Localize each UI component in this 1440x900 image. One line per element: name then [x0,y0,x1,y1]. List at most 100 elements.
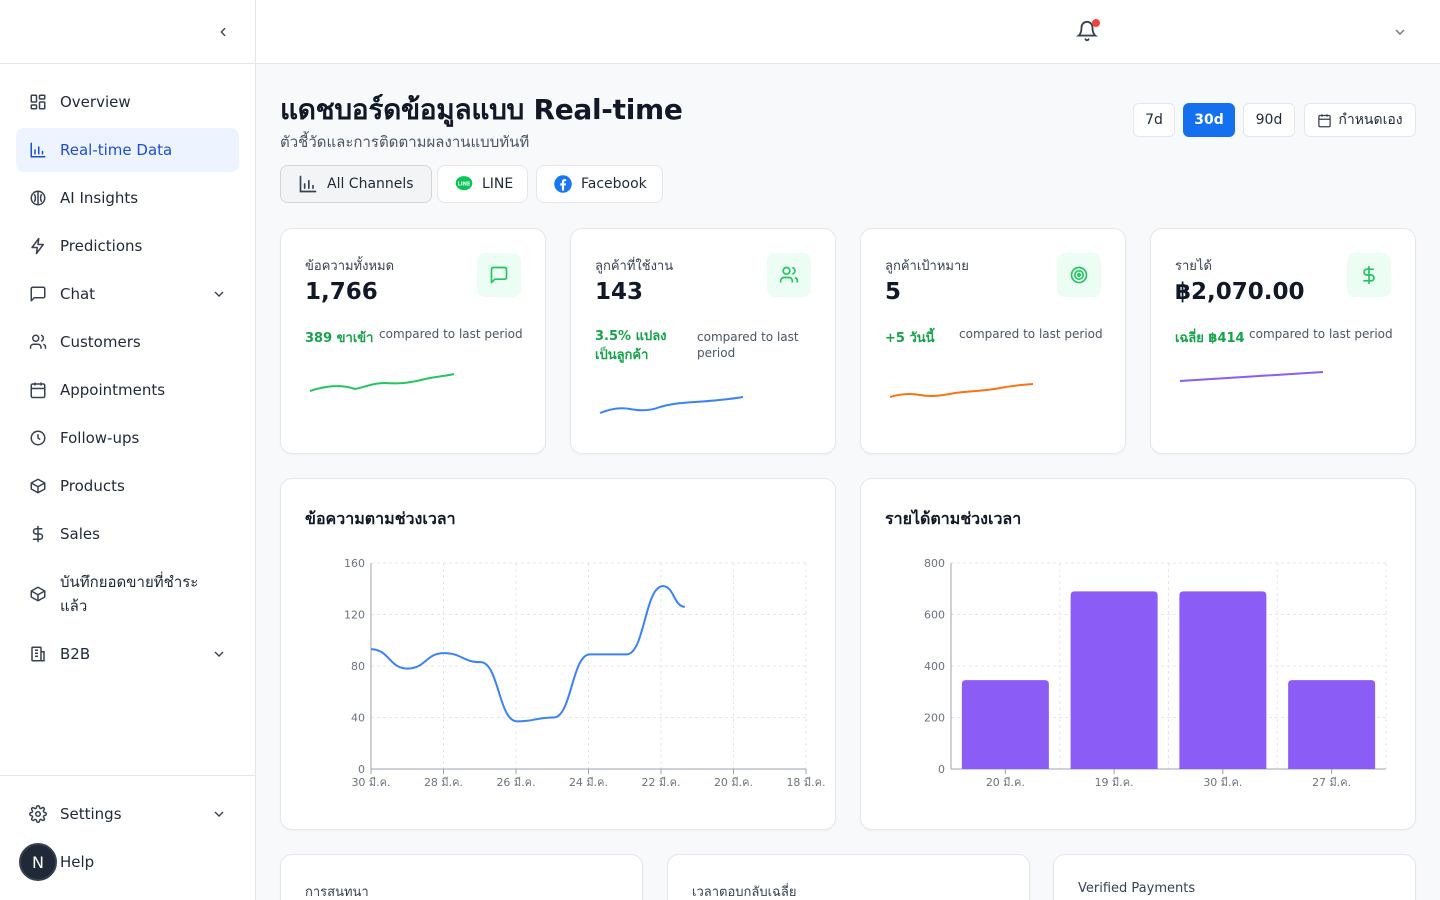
top-bar [256,0,1440,64]
stat-compare: compared to last period [959,327,1103,341]
bar [1070,591,1158,769]
stat-compare: compared to last period [379,327,523,341]
sparkline-leads [889,383,1034,398]
sidebar-item-label: B2B [60,645,91,663]
sidebar-item-b2b[interactable]: B2B [16,632,239,676]
chevron-down-icon [214,811,224,817]
revenue-bar-chart: 0 200 400 600 800 20 มี.ค. 19 มี.ค. 30 มี.ค. 27 … [924,557,1387,789]
sidebar-item-label: Predictions [60,237,143,255]
stat-label: ลูกค้าเป้าหมาย [885,259,969,274]
dollar-icon [1347,253,1391,297]
stat-compare: compared to last period [1249,327,1393,341]
layout-grid-icon [28,92,48,112]
bar [1288,680,1376,769]
message-square-icon [477,253,521,297]
card-title: Verified Payments [1078,881,1196,896]
channel-line-button[interactable]: LINE LINE [437,165,528,203]
sidebar-item-label: Settings [60,805,122,823]
clock-icon [28,428,48,448]
chevron-down-icon [1395,29,1405,35]
svg-text:LINE: LINE [458,181,471,187]
sidebar-item-realtime-data[interactable]: Real-time Data [16,128,239,172]
sidebar-item-label: Follow-ups [60,429,140,447]
revenue-chart-card: รายได้ตามช่วงเวลา 0 200 400 600 800 20 มี.ค. 1… [860,478,1416,830]
channel-all-button[interactable]: All Channels [280,165,432,203]
range-30d-button[interactable]: 30d [1183,103,1235,137]
channel-facebook-button[interactable]: Facebook [536,165,663,203]
bar [961,680,1049,769]
range-custom-button[interactable]: กำหนดเอง [1304,103,1416,137]
stat-change: เฉลี่ย ฿414 [1175,331,1245,346]
verified-payments-card: Verified Payments [1053,854,1416,900]
x-tick-label: 18 มี.ค. [786,776,825,789]
messages-chart-card: ข้อความตามช่วงเวลา 0 40 80 120 160 30 มี.ค. 28… [280,478,836,830]
channel-label: LINE [482,176,514,192]
y-tick-label: 0 [938,763,945,776]
stat-card-active-customers: ลูกค้าที่ใช้งาน 143 3.5% แปลงเป็นลูกค้า … [570,228,836,454]
x-tick-label: 27 มี.ค. [1312,776,1351,789]
line-logo-icon: LINE [454,173,474,195]
channel-label: All Channels [327,176,414,192]
sidebar: Overview Real-time Data AI Insights Pred… [0,0,256,900]
conversations-card: การสนทนา [280,854,643,900]
sidebar-item-customers[interactable]: Customers [16,320,239,364]
sidebar-item-label: Sales [60,525,100,543]
x-tick-label: 30 มี.ค. [351,776,390,789]
y-tick-label: 600 [924,609,945,622]
package-icon [28,584,48,604]
stat-change: 389 ขาเข้า [305,331,374,346]
y-tick-label: 0 [358,763,365,776]
collapse-sidebar-button[interactable] [213,22,233,42]
stat-value: ฿2,070.00 [1175,279,1305,305]
bar-chart-icon [28,140,48,160]
card-title: เวลาตอบกลับเฉลี่ย [692,885,797,900]
message-square-icon [28,284,48,304]
stat-card-messages: ข้อความทั้งหมด 1,766 389 ขาเข้า compared… [280,228,546,454]
stat-card-revenue: รายได้ ฿2,070.00 เฉลี่ย ฿414 compared to… [1150,228,1416,454]
sidebar-item-appointments[interactable]: Appointments [16,368,239,412]
sidebar-item-products[interactable]: Products [16,464,239,508]
avg-response-time-card: เวลาตอบกลับเฉลี่ย [667,854,1030,900]
sidebar-item-label: Products [60,477,125,495]
sidebar-header [0,0,255,64]
sidebar-item-label: Appointments [60,381,166,399]
sidebar-item-label: Overview [60,93,131,111]
sidebar-item-label: Real-time Data [60,141,173,159]
package-icon [28,476,48,496]
sidebar-item-ai-insights[interactable]: AI Insights [16,176,239,220]
y-tick-label: 120 [344,609,365,622]
range-label: กำหนดเอง [1338,112,1403,128]
stat-change: +5 วันนี้ [885,331,935,346]
y-tick-label: 200 [924,712,945,725]
sidebar-item-label: Help [60,853,95,871]
x-tick-label: 20 มี.ค. [714,776,753,789]
sidebar-item-overview[interactable]: Overview [16,80,239,124]
stat-label: ลูกค้าที่ใช้งาน [595,259,674,274]
sidebar-item-label: Customers [60,333,141,351]
sidebar-item-predictions[interactable]: Predictions [16,224,239,268]
series-line [370,585,686,723]
sidebar-item-chat[interactable]: Chat [16,272,239,316]
range-label: 7d [1145,112,1163,128]
y-tick-label: 400 [924,660,945,673]
avatar[interactable]: N [19,843,57,881]
sidebar-item-paid-sales[interactable]: บันทึกยอดขายที่ชำระแล้ว [16,562,239,626]
range-label: 30d [1194,112,1224,128]
calendar-icon [28,380,48,400]
chevron-left-icon [220,27,226,37]
page-title: แดชบอร์ดข้อมูลแบบ Real-time [280,93,683,126]
sidebar-item-label: บันทึกยอดขายที่ชำระแล้ว [60,573,199,615]
user-menu-button[interactable] [1392,24,1408,40]
calendar-icon [1318,113,1332,127]
sidebar-footer: Settings Help [0,775,255,900]
zap-icon [28,236,48,256]
messages-line-chart: 0 40 80 120 160 30 มี.ค. 28 มี.ค. 26 มี.ค. 24 มี… [344,557,826,789]
sparkline-customers [599,396,744,414]
sidebar-item-sales[interactable]: Sales [16,512,239,556]
sidebar-item-settings[interactable]: Settings [16,792,239,836]
range-7d-button[interactable]: 7d [1133,103,1175,137]
sidebar-item-follow-ups[interactable]: Follow-ups [16,416,239,460]
stat-label: ข้อความทั้งหมด [305,259,395,274]
stat-compare: compared to last period [697,330,799,360]
range-90d-button[interactable]: 90d [1243,103,1295,137]
